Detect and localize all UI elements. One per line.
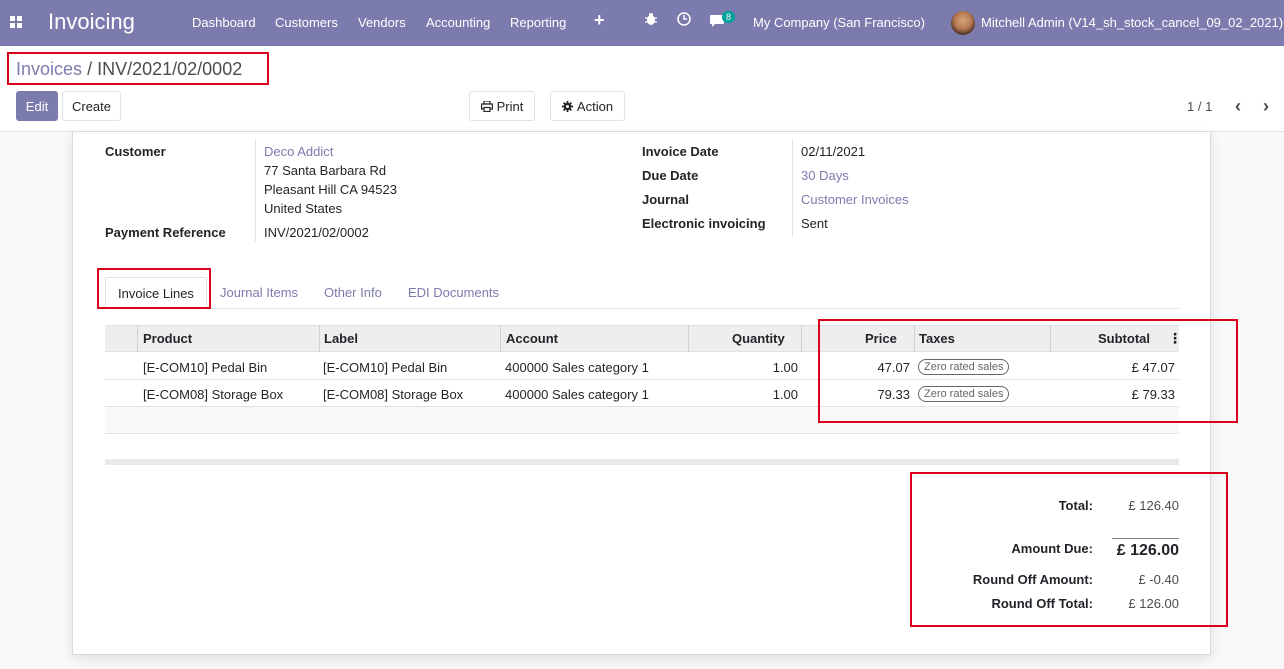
column-header-product[interactable]: Product bbox=[143, 331, 192, 346]
edi-label: Electronic invoicing bbox=[642, 216, 766, 231]
cell-quantity[interactable]: 1.00 bbox=[700, 387, 798, 402]
divider bbox=[255, 140, 256, 242]
cell-account[interactable]: 400000 Sales category 1 bbox=[505, 387, 649, 402]
tab-other-info[interactable]: Other Info bbox=[324, 285, 382, 300]
menu-vendors[interactable]: Vendors bbox=[358, 15, 406, 30]
cell-label[interactable]: [E-COM10] Pedal Bin bbox=[323, 360, 447, 375]
menu-reporting[interactable]: Reporting bbox=[510, 15, 566, 30]
create-button[interactable]: Create bbox=[62, 91, 121, 121]
customer-label: Customer bbox=[105, 144, 166, 159]
customer-address-line: Pleasant Hill CA 94523 bbox=[264, 182, 397, 197]
highlight-box-tab bbox=[97, 268, 211, 309]
cell-label[interactable]: [E-COM08] Storage Box bbox=[323, 387, 463, 402]
control-panel: Invoices / INV/2021/02/0002 Edit Create … bbox=[0, 46, 1284, 132]
app-title[interactable]: Invoicing bbox=[48, 9, 135, 35]
bug-icon[interactable] bbox=[645, 12, 657, 30]
column-separator bbox=[500, 325, 501, 352]
menu-dashboard[interactable]: Dashboard bbox=[192, 15, 256, 30]
menu-accounting[interactable]: Accounting bbox=[426, 15, 490, 30]
top-navbar: Invoicing Dashboard Customers Vendors Ac… bbox=[0, 0, 1284, 46]
invoice-date-label: Invoice Date bbox=[642, 144, 719, 159]
due-date-value[interactable]: 30 Days bbox=[801, 168, 849, 183]
edi-value: Sent bbox=[801, 216, 828, 231]
action-label: Action bbox=[576, 98, 614, 114]
column-separator bbox=[319, 325, 320, 352]
payment-reference-label: Payment Reference bbox=[105, 225, 226, 240]
print-button[interactable]: Print bbox=[469, 91, 535, 121]
column-header-account[interactable]: Account bbox=[506, 331, 558, 346]
menu-customers[interactable]: Customers bbox=[275, 15, 338, 30]
edit-button[interactable]: Edit bbox=[16, 91, 58, 121]
highlight-box-totals bbox=[910, 472, 1228, 627]
journal-value[interactable]: Customer Invoices bbox=[801, 192, 909, 207]
pager-value[interactable]: 1 / 1 bbox=[1187, 99, 1212, 114]
payment-reference-value: INV/2021/02/0002 bbox=[264, 225, 369, 240]
company-switcher[interactable]: My Company (San Francisco) bbox=[753, 15, 925, 30]
column-separator bbox=[137, 325, 138, 352]
invoice-date-value: 02/11/2021 bbox=[801, 144, 866, 159]
due-date-label: Due Date bbox=[642, 168, 699, 183]
customer-address-line: 77 Santa Barbara Rd bbox=[264, 163, 387, 178]
column-header-label[interactable]: Label bbox=[324, 331, 358, 346]
tabs-divider bbox=[105, 308, 1179, 309]
cell-product[interactable]: [E-COM10] Pedal Bin bbox=[143, 360, 267, 375]
cell-product[interactable]: [E-COM08] Storage Box bbox=[143, 387, 283, 402]
action-button[interactable]: Action bbox=[550, 91, 625, 121]
table-footer bbox=[105, 459, 1179, 465]
column-separator bbox=[688, 325, 689, 352]
user-menu[interactable]: Mitchell Admin (V14_sh_stock_cancel_09_0… bbox=[981, 15, 1283, 30]
chevron-left-icon[interactable]: ‹ bbox=[1235, 96, 1241, 117]
column-separator bbox=[801, 325, 802, 352]
plus-icon[interactable]: + bbox=[594, 10, 605, 31]
gear-icon bbox=[561, 100, 573, 112]
tab-edi-documents[interactable]: EDI Documents bbox=[408, 285, 499, 300]
journal-label: Journal bbox=[642, 192, 689, 207]
customer-name-link[interactable]: Deco Addict bbox=[264, 144, 333, 159]
chat-count-badge: 8 bbox=[722, 11, 736, 23]
user-avatar[interactable] bbox=[951, 11, 975, 35]
print-label: Print bbox=[496, 98, 524, 114]
column-header-quantity[interactable]: Quantity bbox=[732, 331, 785, 346]
apps-menu-icon[interactable] bbox=[10, 16, 22, 28]
tab-journal-items[interactable]: Journal Items bbox=[220, 285, 298, 300]
printer-icon bbox=[480, 100, 493, 112]
customer-address-line: United States bbox=[264, 201, 343, 216]
clock-icon[interactable] bbox=[677, 12, 691, 30]
highlight-box-breadcrumb bbox=[7, 52, 269, 85]
cell-account[interactable]: 400000 Sales category 1 bbox=[505, 360, 649, 375]
highlight-box-price bbox=[818, 319, 1238, 423]
cell-quantity[interactable]: 1.00 bbox=[700, 360, 798, 375]
chevron-right-icon[interactable]: › bbox=[1263, 96, 1269, 117]
divider bbox=[792, 140, 793, 236]
